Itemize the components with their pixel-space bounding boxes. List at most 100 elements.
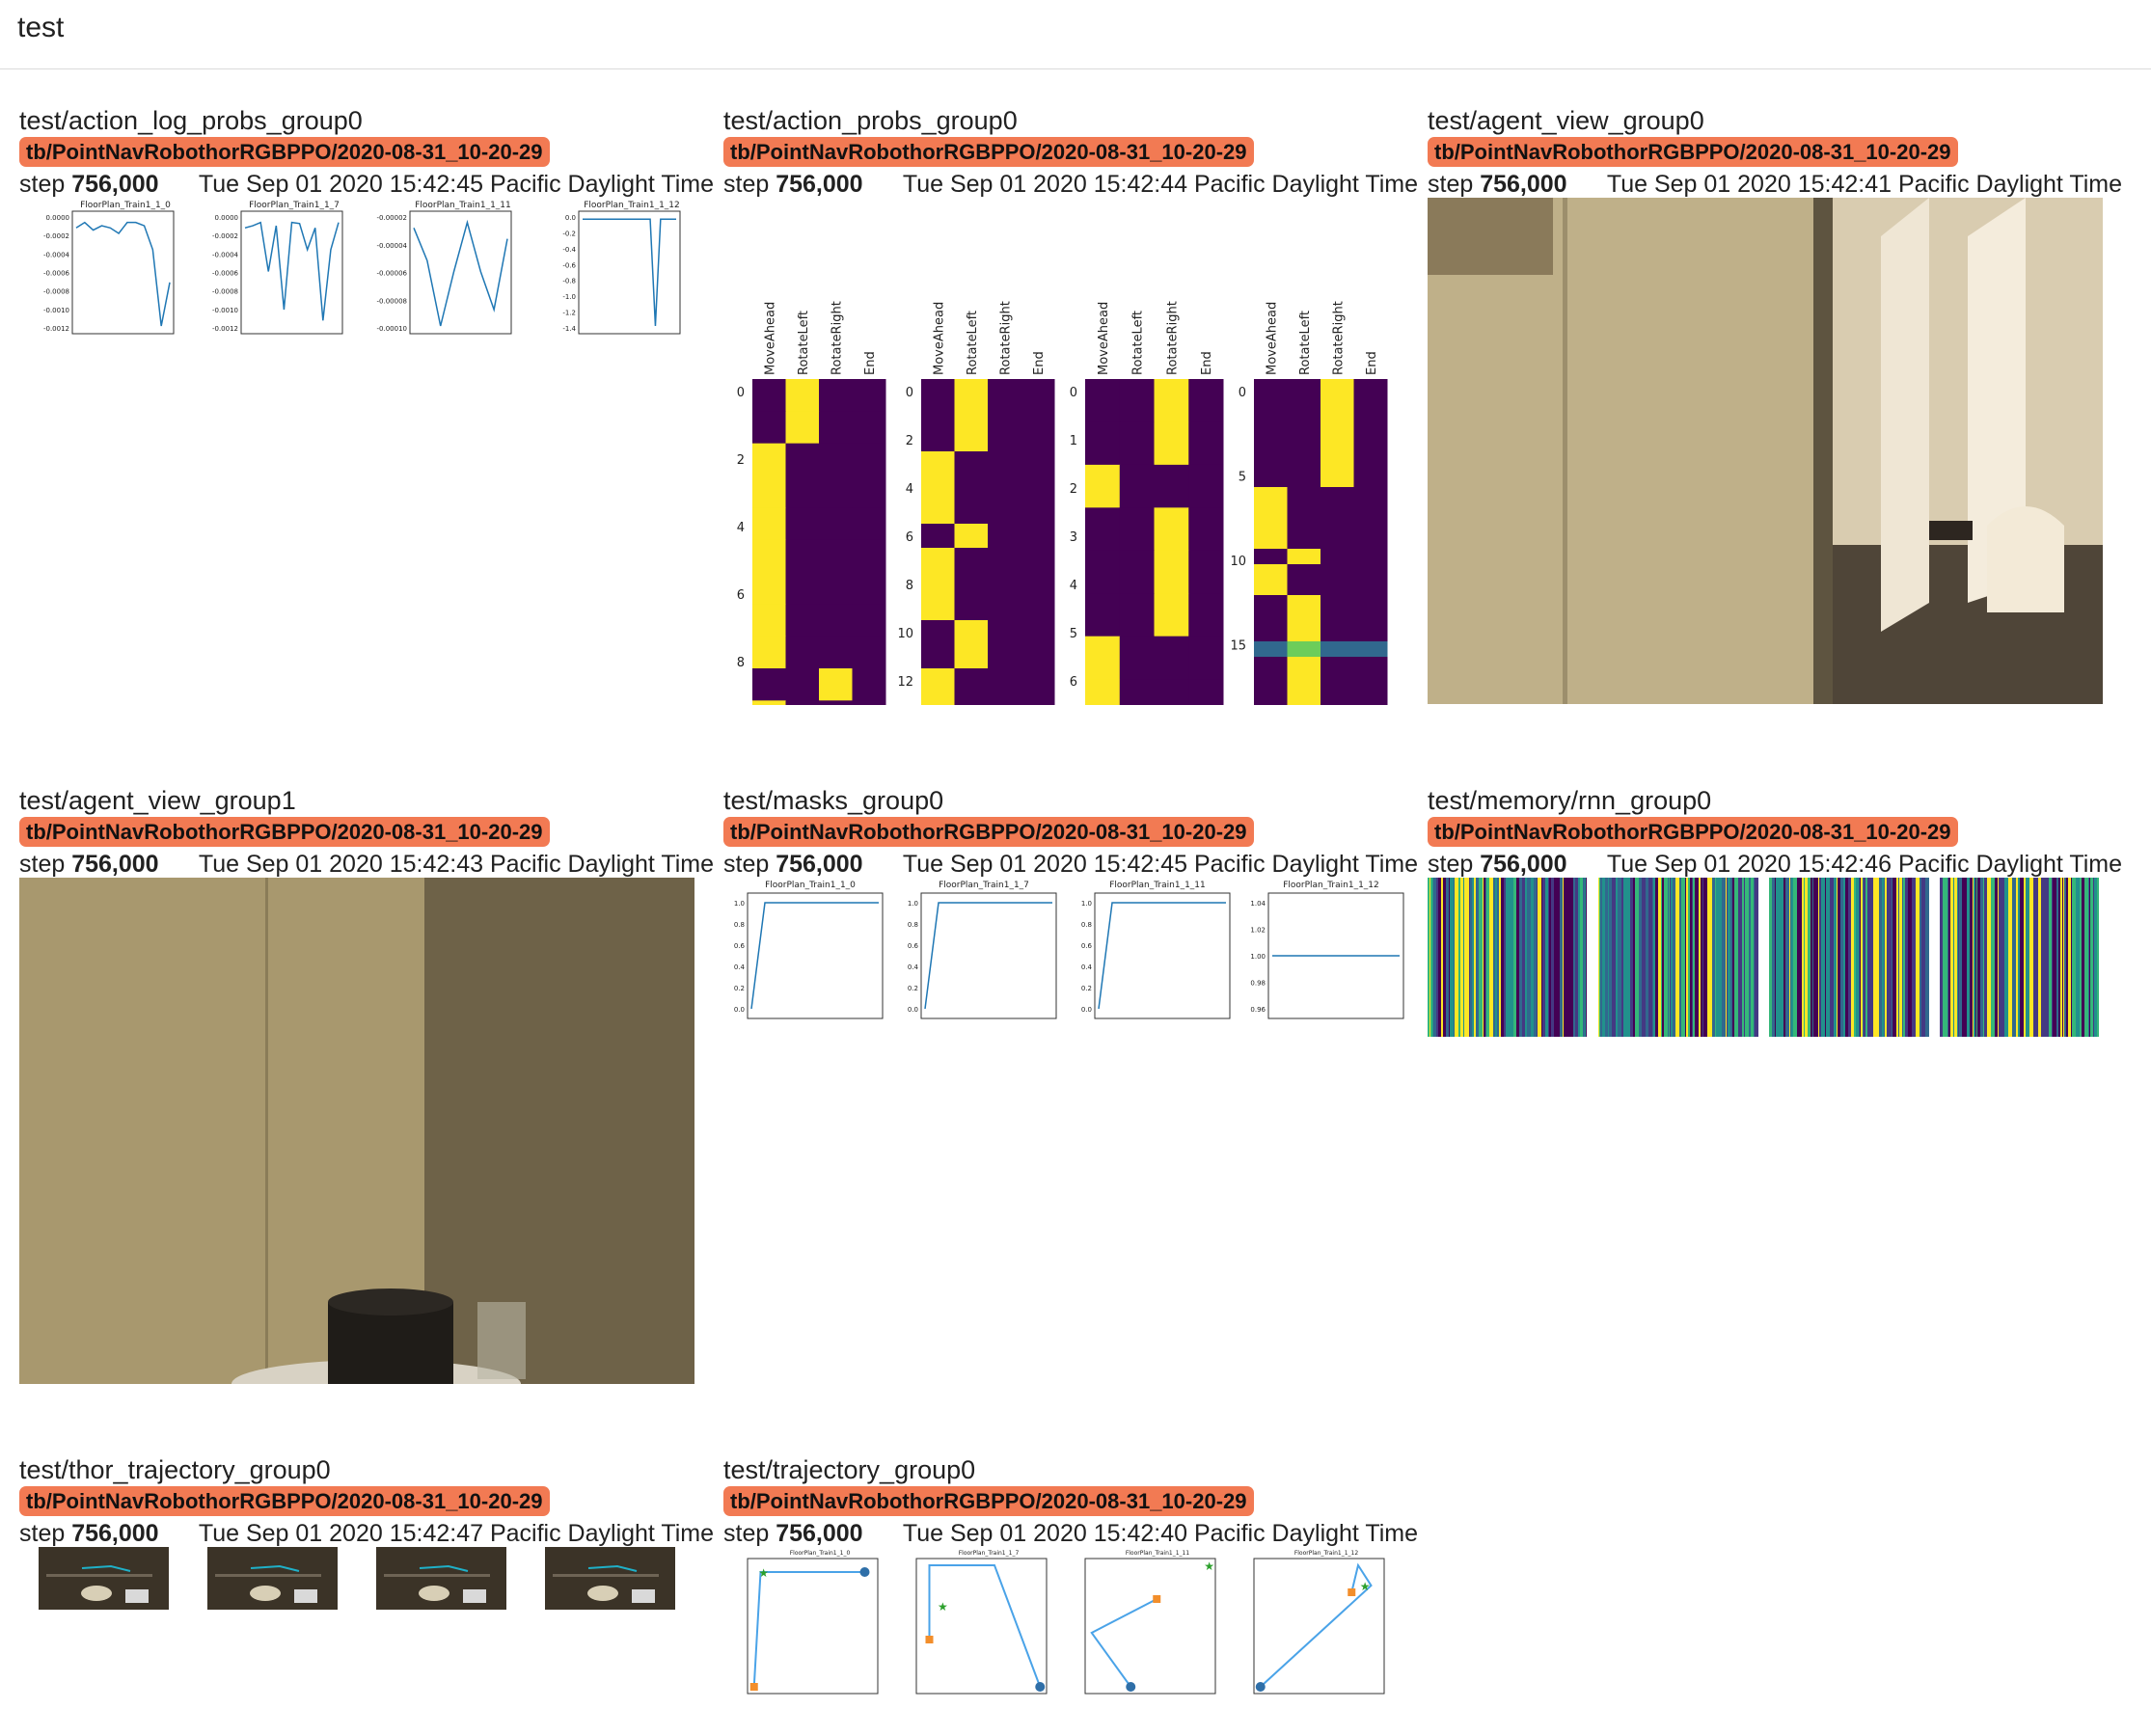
rnn-stripe [1658,878,1661,1037]
heatmap-cell [1254,703,1288,705]
y-tick-label: 0.0 [565,214,576,222]
rnn-stripe [1950,878,1953,1037]
heatmap-cell [1085,421,1121,466]
heatmap-panel: MoveAheadRotateLeftRotateRightEnd0510152… [1230,301,1388,705]
y-tick-label: 6 [1070,675,1077,690]
heatmap-cell [1254,610,1288,627]
action-label: End [863,351,878,375]
y-tick-label: -0.0010 [212,307,238,314]
heatmap-panel: MoveAheadRotateLeftRotateRightEnd0246810… [737,301,886,705]
rnn-stripe [1873,878,1875,1037]
heatmap-cell [1321,394,1354,411]
y-tick-label: 6 [737,588,745,603]
rnn-stripe [1550,878,1551,1037]
heatmap-cell [1254,549,1288,565]
heatmap-cell [1321,610,1354,627]
heatmap-cell [1254,641,1288,658]
run-badge[interactable]: tb/PointNavRobothorRGBPPO/2020-08-31_10-… [19,137,550,167]
rnn-stripe [1954,878,1957,1037]
step-line: step 756,000 Tue Sep 01 2020 15:42:40 Pac… [723,1518,1418,1550]
y-tick-label: 10 [1230,555,1246,569]
y-tick-label: -0.0012 [43,325,69,333]
trajectory-panel: FloorPlan_Train1_1_12 ★ [1253,1550,1385,1695]
rnn-stripe [1967,878,1970,1037]
thor-trajectory-image[interactable] [19,1547,714,1614]
heatmap-cell [1321,564,1354,581]
mask-panel: FloorPlan_Train1_1_7 1.0 0.8 0.6 0.4 0.2 0.0 [908,881,1057,1019]
heatmap-cell [1188,636,1224,680]
rnn-stripe [2080,878,2082,1037]
run-badge[interactable]: tb/PointNavRobothorRGBPPO/2020-08-31_10-… [723,817,1254,847]
heatmap-cell [1021,379,1055,404]
run-badge[interactable]: tb/PointNavRobothorRGBPPO/2020-08-31_10-… [19,1486,550,1516]
heatmap-cell [752,668,786,701]
heatmap-cell [1254,502,1288,519]
rnn-stripe [1898,878,1899,1037]
rnn-stripe [2084,878,2088,1037]
rnn-stripe [1436,878,1438,1037]
heatmap-cell [1321,456,1354,473]
heatmap-cell [921,644,955,669]
rnn-stripe [1953,878,1954,1037]
rnn-stripe [2072,878,2073,1037]
log-prob-panel: FloorPlan_Train1_1_12 0.0 -0.2 -0.4 -0.6 -0.8… [562,201,681,335]
rnn-stripe [1830,878,1834,1037]
rnn-stripe [1642,878,1646,1037]
start-marker [925,1636,934,1643]
rnn-stripe [1455,878,1458,1037]
masks-image[interactable]: FloorPlan_Train1_1_01.00.80.60.40.20.0Fl… [723,878,1418,1032]
agent-view-image[interactable] [1428,198,2103,704]
rnn-memory-image[interactable] [1428,878,2103,1037]
run-badge[interactable]: tb/PointNavRobothorRGBPPO/2020-08-31_10-… [19,817,550,847]
heatmap-cell [1021,427,1055,452]
trajectory-image[interactable]: FloorPlan_Train1_1_0★FloorPlan_Train1_1_… [723,1547,1418,1711]
rnn-stripe [1454,878,1455,1037]
run-badge[interactable]: tb/PointNavRobothorRGBPPO/2020-08-31_10-… [1428,817,1958,847]
heatmap-cell [1021,403,1055,428]
heatmap-cell [921,620,955,645]
rnn-stripe [1571,878,1573,1037]
rnn-stripe [1699,878,1701,1037]
table [419,1586,449,1601]
run-badge[interactable]: tb/PointNavRobothorRGBPPO/2020-08-31_10-… [1428,137,1958,167]
rnn-stripe [1812,878,1813,1037]
rnn-stripe [1605,878,1608,1037]
run-badge[interactable]: tb/PointNavRobothorRGBPPO/2020-08-31_10-… [723,137,1254,167]
heatmap-cell [1119,507,1155,552]
heatmap-cell [988,475,1021,501]
action-log-probs-image[interactable]: FloorPlan_Train1_1_0 0.0000 -0.0002 -0.0004… [19,198,714,342]
heatmap-cell [954,572,989,597]
image-card: test/agent_view_group0 tb/PointNavRobotho… [1428,104,2122,704]
step-value: 756,000 [71,1520,159,1547]
heatmap-cell [1021,668,1055,693]
y-tick-label: 0.8 [1081,921,1092,929]
rnn-stripe [1863,878,1864,1037]
armchair [1987,506,2064,612]
rnn-stripe [1732,878,1734,1037]
rnn-stripe [1905,878,1906,1037]
heatmap-cell [1021,644,1055,669]
agent-view-1-image[interactable] [19,878,694,1384]
y-tick-label: -0.00008 [377,297,407,305]
y-tick-label: -0.00004 [377,242,408,250]
rnn-stripe [1489,878,1493,1037]
y-tick-label: 0 [906,386,913,400]
heatmap-cell [819,572,853,605]
heatmap-cell [954,644,989,669]
y-tick-label: -0.00002 [377,214,407,222]
rnn-stripe [2020,878,2024,1037]
action-probs-image[interactable]: MoveAheadRotateLeftRotateRightEnd0246810… [723,189,1418,705]
rnn-stripe [1720,878,1722,1037]
y-tick-label: 0.0 [908,1006,918,1014]
heatmap-cell [1287,379,1321,395]
action-label: End [1032,351,1047,375]
rnn-stripe [1486,878,1489,1037]
heatmap-cell [1021,475,1055,501]
rnn-stripe [1551,878,1554,1037]
heatmap-cell [852,507,886,541]
heatmap-cell [1353,472,1388,488]
run-badge[interactable]: tb/PointNavRobothorRGBPPO/2020-08-31_10-… [723,1486,1254,1516]
goal-marker: ★ [938,1600,948,1614]
card-title: test/trajectory_group0 [723,1455,976,1484]
y-tick-label: 4 [906,482,913,497]
